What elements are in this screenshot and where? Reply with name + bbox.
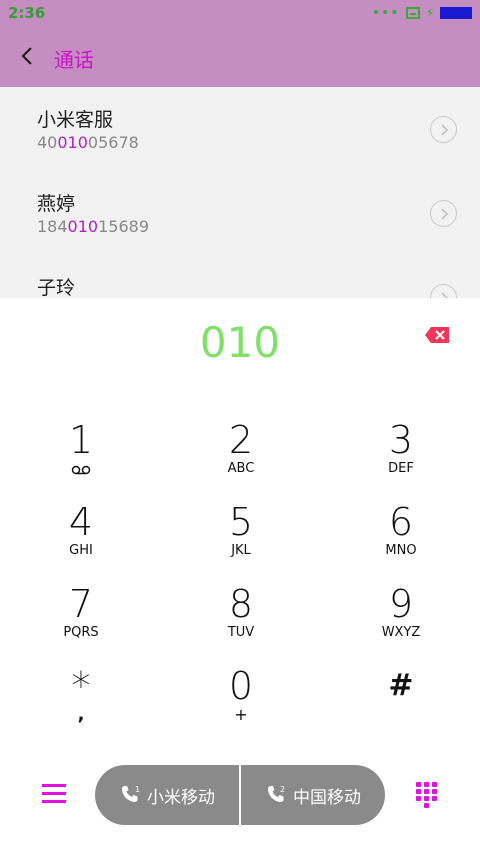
status-bar: 2:36 ••• ⚡ — [0, 0, 480, 26]
key-letters: PQRS — [63, 625, 99, 640]
key-7[interactable]: 7 PQRS — [31, 584, 131, 664]
menu-button[interactable] — [42, 784, 66, 804]
contact-detail-button[interactable] — [430, 200, 457, 227]
key-digit: 7 — [68, 582, 94, 626]
contact-results-list: 小米客服 4001005678 燕婷 18401015689 子玲 — [0, 87, 480, 298]
key-6[interactable]: 6 MNO — [351, 502, 451, 582]
key-star[interactable]: * , — [31, 666, 131, 746]
key-digit: 3 — [388, 418, 414, 462]
charging-icon: ⚡ — [425, 6, 434, 20]
voicemail-icon — [71, 465, 91, 475]
dialed-number-display[interactable]: 010 — [0, 318, 480, 367]
key-letters: ABC — [227, 461, 255, 476]
contact-name: 燕婷 — [37, 193, 76, 215]
key-hash[interactable]: # — [351, 666, 451, 746]
key-letters: JKL — [231, 543, 251, 558]
key-letters: , — [77, 704, 85, 725]
key-5[interactable]: 5 JKL — [191, 502, 291, 582]
page-title: 通话 — [54, 48, 94, 72]
key-digit: 4 — [68, 500, 94, 544]
sim1-label: 小米移动 — [147, 787, 215, 808]
key-8[interactable]: 8 TUV — [191, 584, 291, 664]
contact-row[interactable]: 小米客服 4001005678 — [0, 87, 480, 171]
chevron-left-icon — [21, 47, 32, 65]
contact-number: 18401015689 — [37, 217, 149, 236]
chevron-right-icon — [441, 124, 449, 136]
menu-icon — [42, 784, 66, 787]
delete-button[interactable] — [424, 326, 450, 344]
call-sim2-button[interactable]: 2 中国移动 — [241, 765, 385, 825]
battery-icon — [440, 7, 472, 19]
key-0[interactable]: 0 + — [191, 666, 291, 746]
signal-dots-icon: ••• — [371, 5, 400, 21]
contact-name: 子玲 — [37, 277, 76, 298]
sim-icon — [405, 7, 420, 19]
contact-name: 小米客服 — [37, 109, 114, 131]
backspace-icon — [425, 327, 449, 343]
key-digit: 5 — [228, 500, 254, 544]
key-4[interactable]: 4 GHI — [31, 502, 131, 582]
key-digit: 0 — [228, 664, 254, 708]
key-digit: * — [71, 664, 91, 708]
contact-row[interactable]: 子玲 — [0, 255, 480, 298]
call-buttons: 1 小米移动 2 中国移动 — [95, 765, 385, 825]
key-digit: # — [388, 668, 414, 703]
call-action-bar: 1 小米移动 2 中国移动 — [0, 765, 480, 825]
dialpad-toggle-button[interactable] — [416, 782, 438, 808]
key-digit: 6 — [388, 500, 414, 544]
back-button[interactable] — [18, 44, 38, 68]
key-digit: 2 — [228, 418, 254, 462]
contact-row[interactable]: 燕婷 18401015689 — [0, 171, 480, 255]
key-9[interactable]: 9 WXYZ — [351, 584, 451, 664]
chevron-right-icon — [441, 208, 449, 220]
key-1[interactable]: 1 — [31, 420, 131, 500]
key-letters: TUV — [227, 625, 255, 640]
sim2-label: 中国移动 — [293, 787, 361, 808]
key-letters: DEF — [388, 461, 414, 476]
key-digit: 9 — [388, 582, 414, 626]
svg-text:2: 2 — [280, 785, 285, 794]
key-letters: + — [234, 705, 248, 724]
key-digit: 8 — [228, 582, 254, 626]
key-digit: 1 — [68, 418, 94, 462]
contact-number: 4001005678 — [37, 133, 139, 152]
status-time: 2:36 — [8, 4, 46, 22]
phone-sim1-icon: 1 — [122, 785, 140, 802]
contact-detail-button[interactable] — [430, 116, 457, 143]
phone-sim2-icon: 2 — [268, 785, 285, 802]
status-icons: ••• ⚡ — [372, 6, 472, 20]
key-letters: MNO — [385, 543, 417, 558]
call-sim1-button[interactable]: 1 小米移动 — [95, 765, 239, 825]
key-3[interactable]: 3 DEF — [351, 420, 451, 500]
key-letters: GHI — [69, 543, 93, 558]
key-letters: WXYZ — [381, 625, 421, 640]
contact-detail-button[interactable] — [430, 284, 457, 298]
key-2[interactable]: 2 ABC — [191, 420, 291, 500]
svg-text:1: 1 — [135, 785, 140, 794]
app-header: 通话 — [0, 26, 480, 87]
